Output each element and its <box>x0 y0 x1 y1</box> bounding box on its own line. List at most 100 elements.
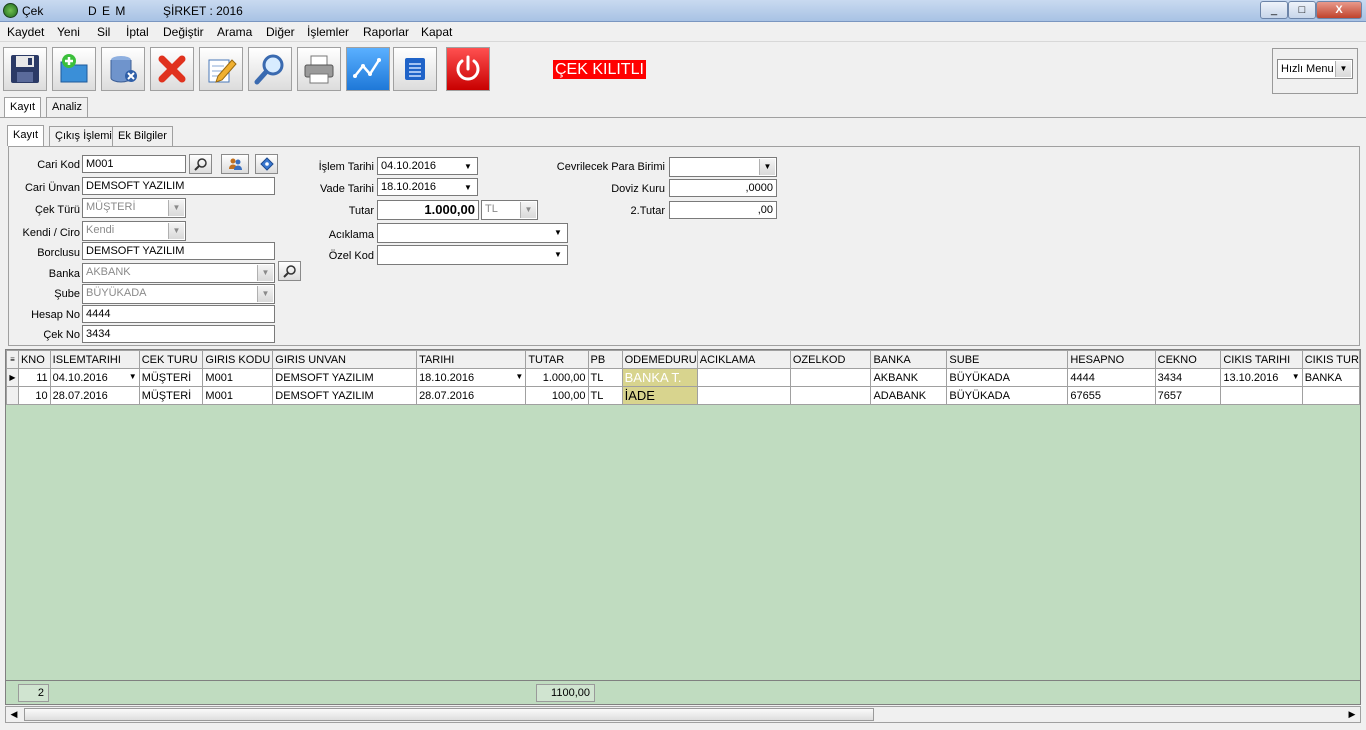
subtab-cikis-islemi[interactable]: Çıkış İşlemi <box>49 126 118 146</box>
col-header[interactable]: GIRIS KODU <box>202 350 274 369</box>
delete-db-button[interactable] <box>101 47 145 91</box>
grid-cell[interactable]: 11 <box>17 368 51 387</box>
col-header[interactable]: HESAPNO <box>1067 350 1156 369</box>
grid-cell[interactable]: DEMSOFT YAZILIM <box>272 368 418 387</box>
grid-cell[interactable]: 1.000,00 <box>525 368 589 387</box>
search-button[interactable] <box>248 47 292 91</box>
scroll-left-icon[interactable]: ◀ <box>6 707 22 722</box>
cari-info-button[interactable] <box>255 154 278 174</box>
menu-islemler[interactable]: İşlemler <box>307 25 349 39</box>
chart-button[interactable] <box>346 47 390 91</box>
grid-cell[interactable] <box>789 368 872 387</box>
grid-cell[interactable]: BÜYÜKADA <box>946 386 1069 405</box>
list-button[interactable] <box>393 47 437 91</box>
edit-button[interactable] <box>199 47 243 91</box>
table-row[interactable]: 10 28.07.2016 MÜŞTERİ M001 DEMSOFT YAZIL… <box>6 386 1360 405</box>
grid-cell[interactable]: AKBANK <box>870 368 948 387</box>
grid-cell[interactable]: MÜŞTERİ <box>138 368 204 387</box>
grid-cell[interactable]: 4444 <box>1067 368 1156 387</box>
cari-users-button[interactable] <box>221 154 249 174</box>
grid-cell[interactable]: DEMSOFT YAZILIM <box>272 386 418 405</box>
menu-iptal[interactable]: İptal <box>126 25 149 39</box>
grid-cell[interactable]: MÜŞTERİ <box>138 386 204 405</box>
col-header[interactable]: CIKIS TARIHI <box>1220 350 1303 369</box>
col-header[interactable]: CEK TURU <box>138 350 204 369</box>
tab-kayit[interactable]: Kayıt <box>4 97 42 118</box>
col-header[interactable]: CEKNO <box>1154 350 1222 369</box>
doviz-kuru-input[interactable]: ,0000 <box>669 179 777 197</box>
grid-cell[interactable]: 100,00 <box>525 386 589 405</box>
grid-cell[interactable] <box>1220 386 1303 405</box>
cancel-button[interactable] <box>150 47 194 91</box>
cek-turu-select[interactable]: MÜŞTERİ ▼ <box>82 198 186 218</box>
col-header[interactable]: CIKIS TUR <box>1301 350 1360 369</box>
subtab-ek-bilgiler[interactable]: Ek Bilgiler <box>112 126 173 146</box>
banka-search-button[interactable] <box>278 261 301 281</box>
grid-cell[interactable]: 13.10.2016 ▼ <box>1220 368 1303 387</box>
ozel-kod-select[interactable]: ▼ <box>377 245 568 265</box>
grid-corner[interactable]: ≡ <box>6 350 19 369</box>
grid-cell[interactable]: 18.10.2016 ▼ <box>416 368 527 387</box>
horizontal-scrollbar[interactable]: ◀ ▶ <box>5 706 1361 723</box>
grid-cell[interactable] <box>1301 386 1360 405</box>
scroll-thumb[interactable] <box>24 708 874 721</box>
col-header[interactable]: TARIHI <box>416 350 527 369</box>
islem-tarihi-input[interactable]: 04.10.2016 ▼ <box>377 157 478 175</box>
menu-yeni[interactable]: Yeni <box>57 25 80 39</box>
menu-arama[interactable]: Arama <box>217 25 252 39</box>
menu-kapat[interactable]: Kapat <box>421 25 452 39</box>
grid-cell[interactable]: M001 <box>202 386 274 405</box>
cari-search-button[interactable] <box>189 154 212 174</box>
tutar2-input[interactable]: ,00 <box>669 201 777 219</box>
grid-cell[interactable]: 7657 <box>1154 386 1222 405</box>
grid-cell[interactable] <box>789 386 872 405</box>
quick-menu-select[interactable]: Hızlı Menu ▼ <box>1277 59 1353 79</box>
save-button[interactable] <box>3 47 47 91</box>
grid-cell[interactable] <box>696 386 791 405</box>
grid-cell[interactable]: 28.07.2016 <box>416 386 527 405</box>
menu-diger[interactable]: Diğer <box>266 25 295 39</box>
cevrilecek-select[interactable]: ▼ <box>669 157 777 177</box>
col-header[interactable]: SUBE <box>946 350 1069 369</box>
row-indicator-icon[interactable]: ▶ <box>6 368 19 387</box>
grid-cell[interactable]: 3434 <box>1154 368 1222 387</box>
grid-cell[interactable]: TL <box>587 386 623 405</box>
col-header[interactable]: ACIKLAMA <box>696 350 791 369</box>
grid-cell[interactable]: İADE <box>621 386 698 405</box>
grid-cell[interactable]: BANKA T. <box>621 368 698 387</box>
kendi-ciro-select[interactable]: Kendi ▼ <box>82 221 186 241</box>
grid-cell[interactable]: M001 <box>202 368 274 387</box>
col-header[interactable]: PB <box>587 350 623 369</box>
maximize-button[interactable]: □ <box>1288 1 1316 19</box>
menu-sil[interactable]: Sil <box>97 25 110 39</box>
grid-cell[interactable]: 67655 <box>1067 386 1156 405</box>
minimize-button[interactable]: _ <box>1260 1 1288 19</box>
print-button[interactable] <box>297 47 341 91</box>
col-header[interactable]: KNO <box>17 350 51 369</box>
grid-cell[interactable]: TL <box>587 368 623 387</box>
table-row[interactable]: ▶ 11 04.10.2016 ▼ MÜŞTERİ M001 DEMSOFT YA… <box>6 368 1360 387</box>
scroll-right-icon[interactable]: ▶ <box>1344 707 1360 722</box>
tutar-input[interactable]: 1.000,00 <box>377 200 479 220</box>
cari-unvan-input[interactable]: DEMSOFT YAZILIM <box>82 177 275 195</box>
grid-cell[interactable]: BÜYÜKADA <box>946 368 1069 387</box>
power-button[interactable] <box>446 47 490 91</box>
borclusu-input[interactable]: DEMSOFT YAZILIM <box>82 242 275 260</box>
close-button[interactable]: X <box>1316 1 1362 19</box>
menu-kaydet[interactable]: Kaydet <box>7 25 44 39</box>
grid-cell[interactable]: 28.07.2016 <box>49 386 140 405</box>
hesap-no-input[interactable]: 4444 <box>82 305 275 323</box>
cek-no-input[interactable]: 3434 <box>82 325 275 343</box>
col-header[interactable]: OZELKOD <box>789 350 872 369</box>
grid-cell[interactable]: 10 <box>17 386 51 405</box>
grid-cell[interactable]: ADABANK <box>870 386 948 405</box>
cek-grid[interactable]: ≡ KNO ISLEMTARIHI CEK TURU GIRIS KODU GI… <box>5 349 1361 681</box>
grid-cell[interactable]: BANKA <box>1301 368 1360 387</box>
col-header[interactable]: GIRIS UNVAN <box>272 350 418 369</box>
sube-select[interactable]: BÜYÜKADA ▼ <box>82 284 275 304</box>
new-button[interactable] <box>52 47 96 91</box>
col-header[interactable]: BANKA <box>870 350 948 369</box>
row-indicator[interactable] <box>6 386 19 405</box>
vade-tarihi-input[interactable]: 18.10.2016 ▼ <box>377 178 478 196</box>
grid-cell[interactable]: 04.10.2016 ▼ <box>49 368 140 387</box>
